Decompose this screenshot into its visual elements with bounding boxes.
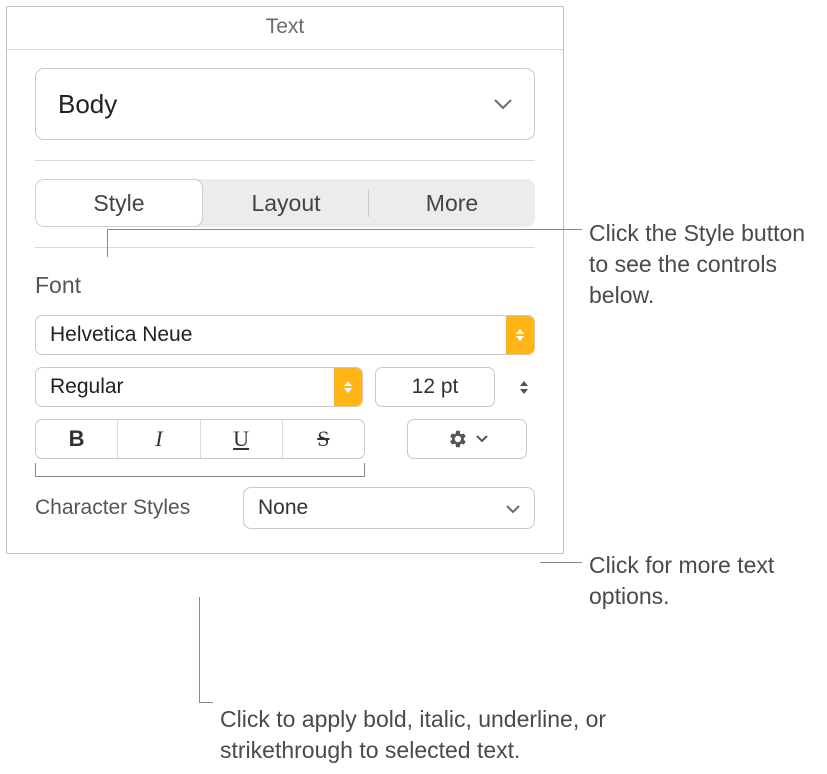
panel-title: Text bbox=[7, 7, 563, 50]
font-size-field[interactable]: 12 pt bbox=[375, 367, 495, 407]
chevron-down-icon bbox=[494, 99, 512, 110]
advanced-options-button[interactable] bbox=[407, 419, 527, 459]
font-size-stepper[interactable] bbox=[513, 367, 535, 407]
font-section-heading: Font bbox=[35, 272, 535, 299]
callout-bracket bbox=[35, 463, 365, 477]
chevron-down-icon bbox=[476, 435, 488, 443]
character-styles-label: Character Styles bbox=[35, 496, 225, 520]
tab-layout[interactable]: Layout bbox=[203, 179, 369, 227]
callout-leader bbox=[199, 597, 200, 702]
callout-style-tab: Click the Style button to see the contro… bbox=[589, 218, 819, 311]
text-format-group: B I U S bbox=[35, 419, 365, 459]
callout-leader bbox=[199, 702, 213, 703]
step-down-icon bbox=[520, 389, 528, 394]
callout-gear: Click for more text options. bbox=[589, 550, 819, 612]
character-styles-value: None bbox=[258, 496, 308, 520]
italic-button[interactable]: I bbox=[118, 420, 200, 458]
font-family-value: Helvetica Neue bbox=[50, 323, 192, 347]
strikethrough-button[interactable]: S bbox=[283, 420, 364, 458]
updown-icon bbox=[334, 368, 362, 406]
text-inspector-panel: Text Body Style Layout More Font Helveti… bbox=[6, 6, 564, 554]
paragraph-style-dropdown[interactable]: Body bbox=[35, 68, 535, 140]
underline-button[interactable]: U bbox=[201, 420, 283, 458]
updown-icon bbox=[506, 316, 534, 354]
tab-more[interactable]: More bbox=[369, 179, 535, 227]
bold-button[interactable]: B bbox=[36, 420, 118, 458]
callout-leader bbox=[540, 562, 582, 563]
callout-leader bbox=[107, 229, 108, 257]
step-up-icon bbox=[520, 381, 528, 386]
callout-format-buttons: Click to apply bold, italic, underline, … bbox=[220, 704, 720, 766]
callout-leader bbox=[107, 229, 582, 230]
character-styles-dropdown[interactable]: None bbox=[243, 487, 535, 529]
tab-group: Style Layout More bbox=[35, 179, 535, 227]
chevron-down-icon bbox=[506, 496, 520, 520]
font-family-dropdown[interactable]: Helvetica Neue bbox=[35, 315, 535, 355]
font-weight-value: Regular bbox=[50, 375, 124, 399]
tab-style[interactable]: Style bbox=[35, 179, 203, 227]
font-size-value: 12 pt bbox=[376, 375, 494, 399]
gear-icon bbox=[446, 428, 468, 450]
paragraph-style-value: Body bbox=[58, 89, 117, 120]
font-weight-dropdown[interactable]: Regular bbox=[35, 367, 363, 407]
